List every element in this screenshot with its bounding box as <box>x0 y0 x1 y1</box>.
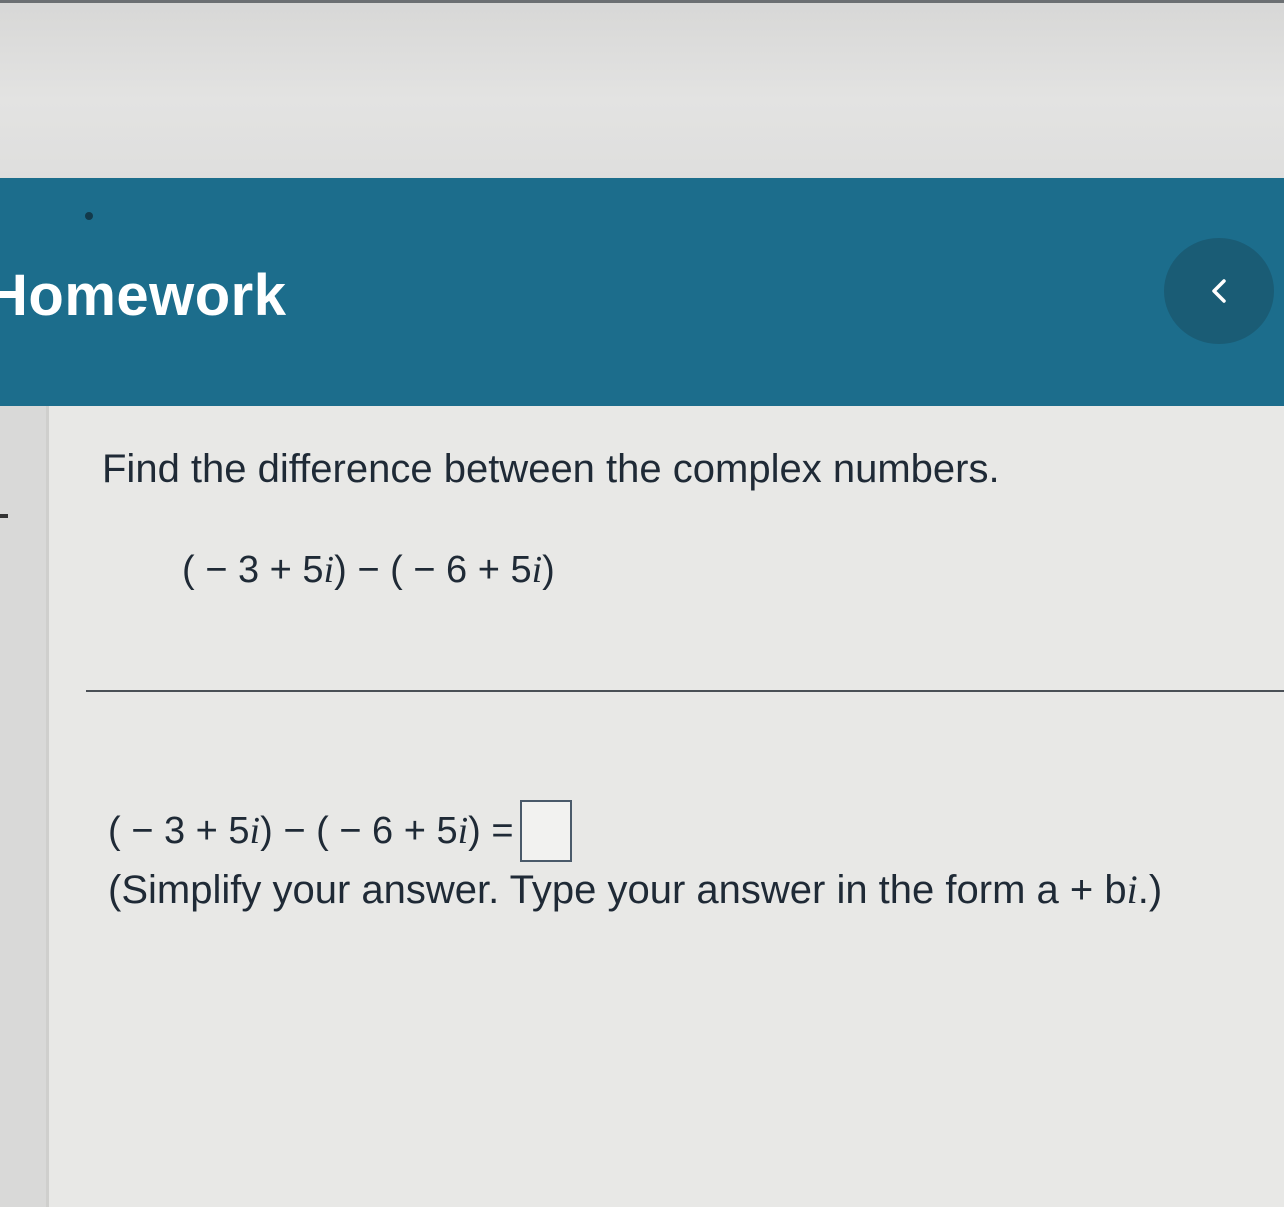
top-border <box>0 0 1284 3</box>
answer-instruction: (Simplify your answer. Type your answer … <box>108 866 1162 913</box>
page-title: Homework <box>0 263 287 328</box>
question-expression: ( − 3 + 5i) − ( − 6 + 5i) <box>182 548 555 592</box>
chevron-left-icon <box>1212 279 1226 303</box>
section-divider <box>86 690 1284 692</box>
expr-part: ( − 3 + 5 <box>182 549 324 591</box>
answer-row: ( − 3 + 5 i) − ( − 6 + 5 i) = <box>108 800 572 862</box>
top-strip <box>0 0 1284 182</box>
question-prompt: Find the difference between the complex … <box>102 447 1000 491</box>
answer-expr-part: ) − ( − 6 + 5 <box>260 809 458 852</box>
expr-part: ) <box>542 549 555 591</box>
header-dot <box>85 212 93 220</box>
answer-expr-part: ( − 3 + 5 <box>108 809 250 852</box>
instruction-text: (Simplify your answer. Type your answer … <box>108 868 1127 912</box>
imaginary-unit: i <box>457 810 469 852</box>
imaginary-unit: i <box>531 549 543 591</box>
expr-part: ) − ( − 6 + 5 <box>334 549 532 591</box>
margin-tick <box>0 514 8 518</box>
imaginary-unit: i <box>1126 867 1138 912</box>
back-button[interactable] <box>1164 238 1274 344</box>
imaginary-unit: i <box>323 549 335 591</box>
instruction-text: .) <box>1137 868 1163 912</box>
imaginary-unit: i <box>249 810 261 852</box>
left-margin <box>0 406 46 1207</box>
answer-input[interactable] <box>519 800 572 862</box>
answer-expr-part: ) = <box>468 809 514 852</box>
